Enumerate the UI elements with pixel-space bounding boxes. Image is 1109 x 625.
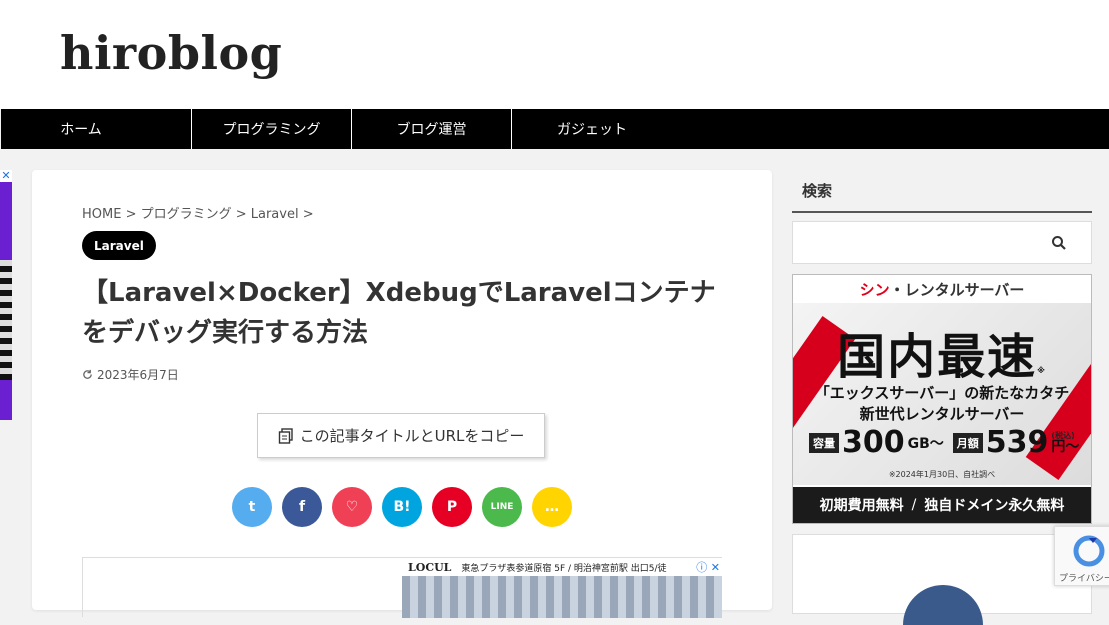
ad-brand: シン・レンタルサーバー bbox=[859, 281, 1025, 299]
share-buttons: t f ♡ B! P LINE … bbox=[232, 487, 572, 527]
ad-brand: LOCUL bbox=[408, 560, 452, 574]
ad-image bbox=[0, 260, 12, 380]
widget-image bbox=[903, 585, 983, 625]
site-logo[interactable]: hiroblog bbox=[60, 26, 282, 80]
site-header: hiroblog bbox=[0, 0, 1109, 109]
recaptcha-badge[interactable]: プライバシー・利用規約 bbox=[1054, 526, 1109, 586]
recaptcha-icon bbox=[1073, 535, 1105, 567]
ad-subtitle: 「エックスサーバー」の新たなカタチ bbox=[814, 384, 1070, 402]
nav-item-programming[interactable]: プログラミング bbox=[192, 109, 352, 149]
ad-subtitle: 新世代レンタルサーバー bbox=[859, 405, 1025, 423]
breadcrumb[interactable]: HOME > プログラミング > Laravel > bbox=[82, 203, 314, 222]
ad-image bbox=[402, 576, 722, 618]
article-card: HOME > プログラミング > Laravel > Laravel 【Lara… bbox=[32, 170, 772, 618]
ad-footer: 初期費用無料 / 独自ドメイン永久無料 bbox=[793, 487, 1091, 523]
global-nav: ホーム プログラミング ブログ運営 ガジェット bbox=[1, 109, 1109, 149]
sidebar-search-title: 検索 bbox=[802, 182, 833, 200]
copy-icon bbox=[278, 427, 293, 444]
search-icon[interactable] bbox=[1051, 235, 1067, 251]
search-input[interactable] bbox=[792, 221, 1092, 264]
sidebar-widget bbox=[792, 534, 1092, 625]
copy-button-label: この記事タイトルとURLをコピー bbox=[299, 427, 525, 445]
ad-close-icon[interactable]: ✕ bbox=[0, 170, 12, 182]
line-share-icon[interactable]: LINE bbox=[482, 487, 522, 527]
recaptcha-text[interactable]: プライバシー・利用規約 bbox=[1059, 571, 1109, 584]
nav-item-home[interactable]: ホーム bbox=[1, 109, 192, 149]
refresh-icon bbox=[83, 369, 92, 379]
hatena-share-icon[interactable]: B! bbox=[382, 487, 422, 527]
ad-note: ※2024年1月30日、自社調べ bbox=[888, 470, 996, 479]
facebook-share-icon[interactable]: f bbox=[282, 487, 322, 527]
pocket-share-icon[interactable]: ♡ bbox=[332, 487, 372, 527]
rental-server-ad[interactable]: シン・レンタルサーバー 国内最速※ 「エックスサーバー」の新たなカタチ 新世代レ… bbox=[792, 274, 1092, 524]
twitter-share-icon[interactable]: t bbox=[232, 487, 272, 527]
left-side-ad[interactable]: ✕ bbox=[0, 170, 12, 420]
ad-close-icon[interactable]: ⓘ ✕ bbox=[696, 559, 720, 575]
ad-text: 東急プラザ表参道原宿 5F / 明治神宮前駅 出口5/徒 bbox=[461, 563, 667, 574]
nav-item-blog[interactable]: ブログ運営 bbox=[352, 109, 512, 149]
copy-title-url-button[interactable]: この記事タイトルとURLをコピー bbox=[257, 413, 545, 458]
updated-date: 2023年6月7日 bbox=[82, 366, 179, 383]
ad-headline: 国内最速※ bbox=[837, 329, 1047, 385]
nav-item-gadget[interactable]: ガジェット bbox=[512, 109, 672, 149]
divider bbox=[792, 211, 1092, 213]
pinterest-share-icon[interactable]: P bbox=[432, 487, 472, 527]
ad-price: 容量 300 GB〜 月額 539 (税込) 円〜 bbox=[809, 425, 1079, 460]
category-badge[interactable]: Laravel bbox=[82, 231, 156, 260]
article-title: 【Laravel×Docker】XdebugでLaravelコンテナをデバッグ実… bbox=[82, 278, 716, 348]
in-article-ad: LOCUL 東急プラザ表参道原宿 5F / 明治神宮前駅 出口5/徒 ⓘ ✕ bbox=[82, 557, 722, 618]
comment-share-icon[interactable]: … bbox=[532, 487, 572, 527]
updated-date-text: 2023年6月7日 bbox=[97, 368, 179, 382]
ad-banner[interactable]: LOCUL 東急プラザ表参道原宿 5F / 明治神宮前駅 出口5/徒 ⓘ ✕ bbox=[402, 558, 722, 618]
